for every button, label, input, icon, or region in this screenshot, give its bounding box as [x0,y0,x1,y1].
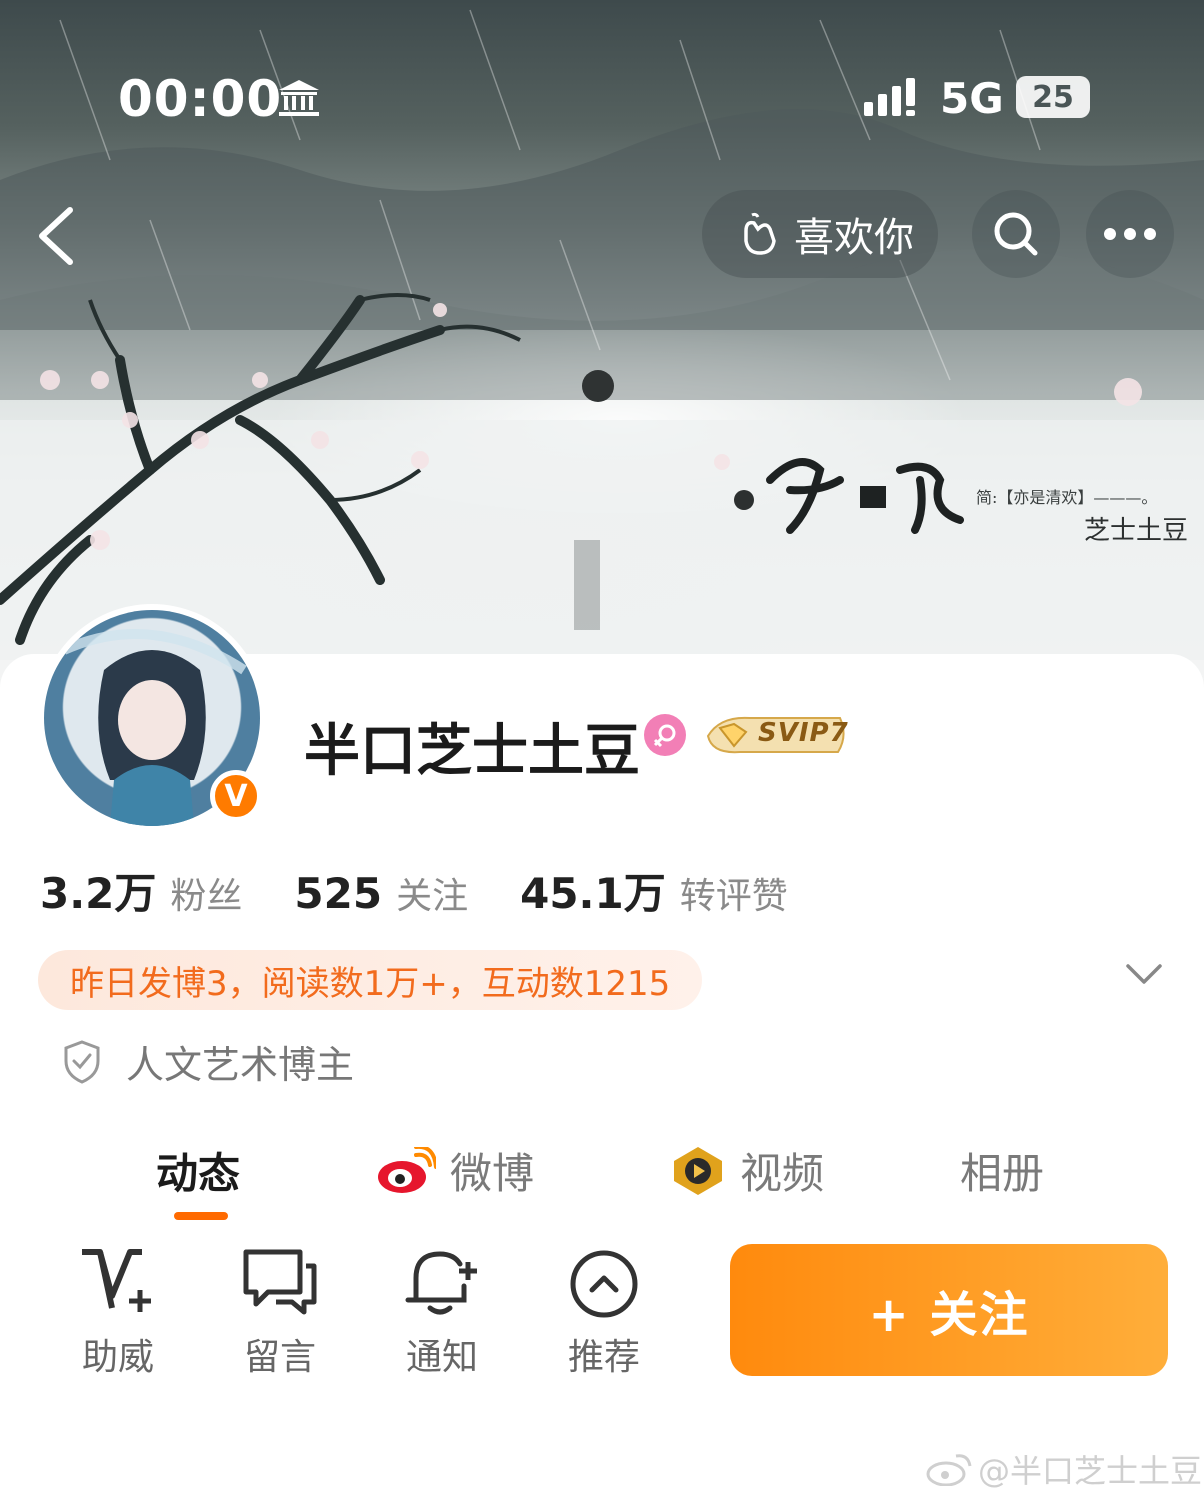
video-logo-icon [674,1146,722,1195]
signal-icon [862,78,924,122]
chevron-up-circle-icon [570,1250,638,1318]
recommend-label: 推荐 [567,1337,640,1378]
interactions-label: 转评赞 [679,876,788,917]
tab-video-label: 视频 [740,1149,825,1198]
following-count[interactable]: 525 [294,869,382,918]
bell-plus-icon [405,1251,477,1315]
tab-dynamic-label: 动态 [156,1149,241,1198]
message-button[interactable]: 留言 [220,1246,340,1380]
recommend-button[interactable]: 推荐 [544,1246,664,1380]
notify-button[interactable]: 通知 [382,1246,502,1380]
profile-name: 半口芝士土豆 [304,719,640,784]
svip-label: SVIP7 [758,718,849,748]
search-icon [994,212,1038,256]
stats-row: 3.2万 粉丝 525 关注 45.1万 转评赞 [40,860,840,921]
chevron-down-icon[interactable] [1124,962,1164,990]
tab-video[interactable]: 视频 [670,1140,824,1201]
shield-check-icon [64,1039,100,1084]
watermark-text: @半口芝士土豆 [978,1452,1203,1490]
follow-button[interactable]: + 关注 [730,1244,1168,1376]
message-label: 留言 [243,1337,316,1378]
like-button[interactable]: 喜欢你 [702,190,938,278]
chevron-left-icon [39,207,73,265]
more-button[interactable] [1086,190,1174,278]
more-dots-icon [1104,228,1156,240]
search-button[interactable] [972,190,1060,278]
like-label: 喜欢你 [794,215,914,261]
tab-weibo[interactable]: 微博 [376,1140,534,1201]
following-label[interactable]: 关注 [396,867,468,919]
tab-album[interactable]: 相册 [960,1140,1044,1201]
notify-label: 通知 [405,1337,478,1378]
profile-cover: 00:00 5G 25 喜欢你 简:【亦是清欢】———。 芝士土豆 [0,0,1204,700]
category-tag-label: 人文艺术博主 [126,1043,355,1087]
back-button[interactable] [34,206,78,270]
cheer-label: 助威 [81,1337,154,1378]
calligraphy-art [730,420,980,554]
daily-summary[interactable]: 昨日发博3，阅读数1万+，互动数1215 [38,950,703,1010]
followers-label[interactable]: 粉丝 [170,867,242,919]
v-plus-icon [82,1249,151,1312]
cheer-button[interactable]: 助威 [58,1246,178,1380]
female-icon [644,714,686,756]
profile-tabs: 动态 微博 视频 相册 [0,1128,1204,1208]
network-type: 5G [940,74,1004,123]
cover-signature: 芝士土豆 [1084,516,1189,546]
tab-album-label: 相册 [960,1149,1045,1198]
bank-icon [276,78,322,122]
battery-indicator: 25 [1016,76,1090,118]
tab-dynamic[interactable]: 动态 [156,1140,240,1201]
finger-heart-icon [736,211,782,257]
cover-subtitle: 简:【亦是清欢】———。 [976,488,1158,507]
followers-count[interactable]: 3.2万 [40,860,156,921]
interactions-count: 45.1万 [520,869,666,918]
weibo-watermark-icon [926,1454,972,1486]
message-icon [243,1249,317,1315]
verified-badge: V [210,770,262,822]
tab-weibo-label: 微博 [450,1149,535,1198]
status-time: 00:00 [118,70,283,128]
weibo-logo-icon [378,1146,436,1193]
active-tab-indicator [174,1212,228,1220]
watermark: @半口芝士土豆 [926,1446,1202,1492]
category-tag[interactable]: 人文艺术博主 [62,1034,354,1089]
